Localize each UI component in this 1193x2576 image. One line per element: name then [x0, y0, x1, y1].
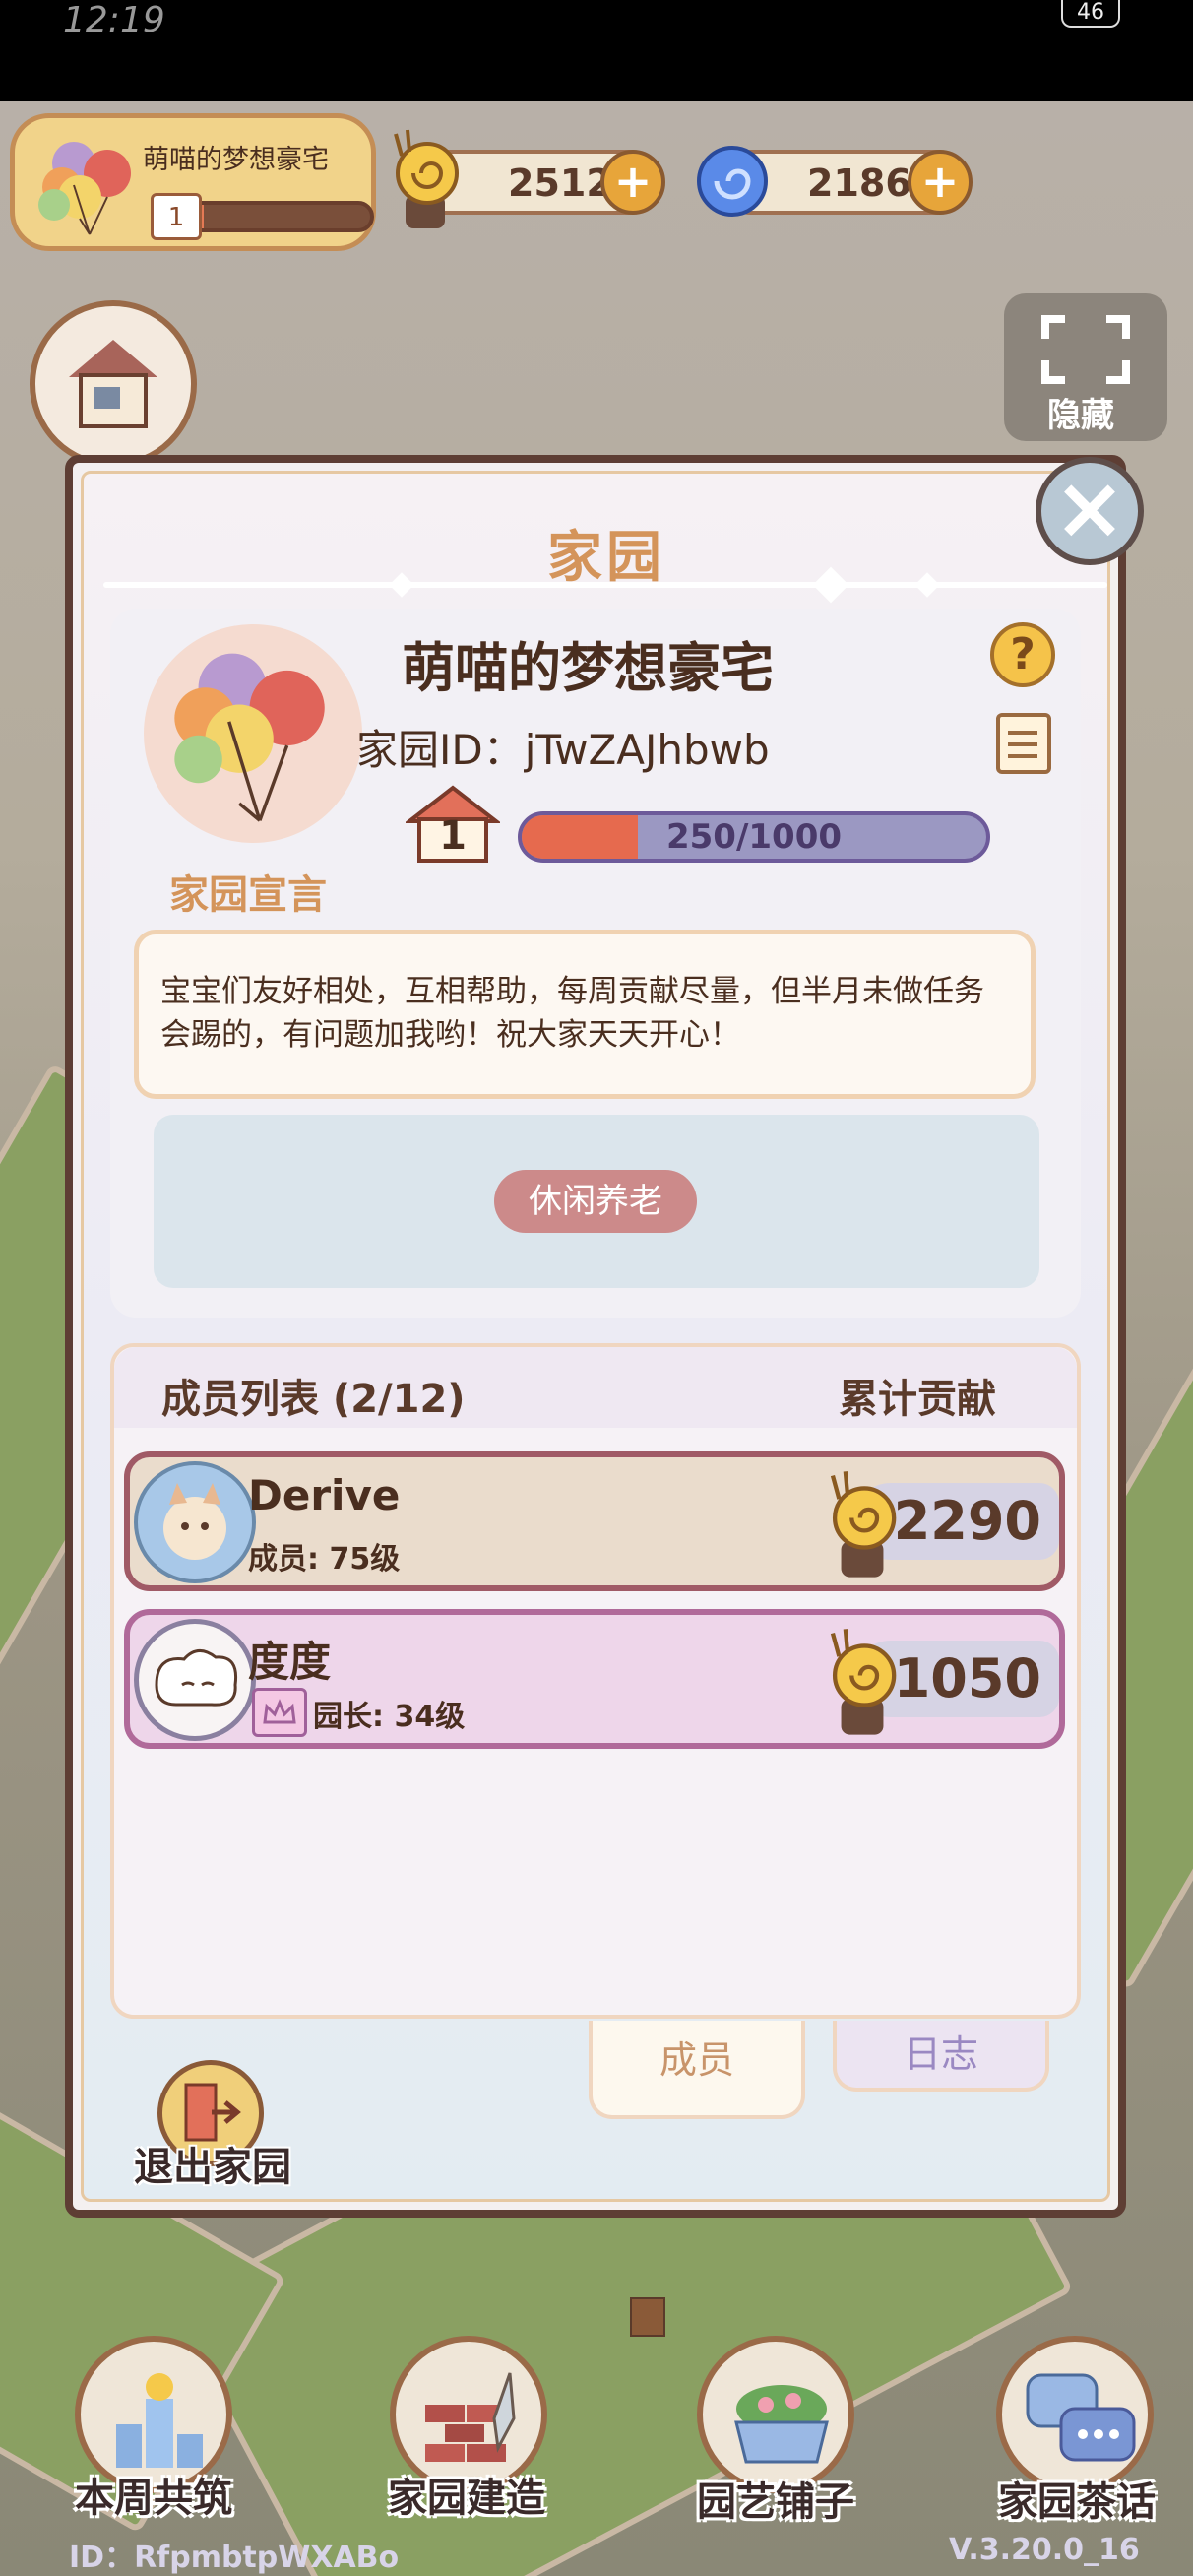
chat-bubbles-icon — [1026, 2373, 1136, 2462]
crown-icon — [252, 1688, 307, 1737]
podium-icon — [116, 2373, 203, 2468]
member-name: Derive — [248, 1471, 401, 1519]
add-coins-button[interactable]: + — [600, 150, 665, 215]
tab-log[interactable]: 日志 — [833, 2021, 1049, 2092]
weekly-build-label: 本周共筑 — [75, 2476, 232, 2521]
brick-trowel-icon — [425, 2372, 516, 2462]
snail-coin-icon — [394, 129, 459, 228]
home-id: 家园ID：jTwZAJhbwb — [356, 726, 770, 774]
copy-id-icon[interactable] — [996, 713, 1051, 774]
status-bar: 12:19 46 — [0, 0, 1193, 101]
signpost — [630, 2297, 665, 2337]
hide-ui-button[interactable]: 隐藏 — [1004, 293, 1167, 441]
balloons-icon — [38, 142, 131, 235]
balloons-icon — [174, 653, 325, 822]
garden-shop-label: 园艺铺子 — [697, 2479, 854, 2525]
network-indicator: 46 — [1061, 0, 1120, 28]
app-version: V.3.20.0_16 — [949, 2533, 1140, 2567]
member-list-title: 成员列表 (2/12) — [161, 1377, 466, 1422]
player-id: ID：RfpmbtpWXABo — [69, 2541, 400, 2575]
contribution-title: 累计贡献 — [839, 1377, 996, 1422]
house-icon — [69, 340, 157, 428]
cat-avatar-icon — [163, 1483, 226, 1560]
member-role: 园长: 34级 — [313, 1700, 466, 1734]
home-title: 萌喵的梦想豪宅 — [402, 637, 774, 699]
swirl-gem-icon — [697, 146, 768, 217]
hide-label: 隐藏 — [1047, 396, 1114, 435]
manifesto-label: 家园宣言 — [169, 872, 327, 918]
member-row[interactable]: 度度 园长: 34级 1050 — [124, 1609, 1065, 1749]
home-level: 1 — [439, 813, 467, 859]
home-avatar — [144, 624, 362, 843]
help-icon[interactable]: ? — [990, 622, 1055, 687]
fullscreen-icon — [1041, 315, 1130, 384]
member-role: 成员: 75级 — [248, 1542, 401, 1577]
modal-title: 家园 — [547, 526, 665, 590]
title-divider — [103, 582, 1107, 588]
home-build-label: 家园建造 — [388, 2476, 545, 2521]
exit-home-label: 退出家园 — [134, 2145, 291, 2190]
member-avatar — [134, 1619, 256, 1741]
gem-value: 2186 — [807, 161, 911, 205]
flower-basket-icon — [734, 2385, 829, 2464]
snail-coin-icon — [830, 1629, 897, 1735]
return-home-button[interactable] — [30, 300, 197, 468]
snail-coin-icon — [830, 1471, 897, 1578]
home-exp-text: 250/1000 — [665, 817, 843, 857]
close-button[interactable]: × — [1036, 457, 1144, 565]
cloud-avatar-icon — [155, 1649, 238, 1707]
member-name: 度度 — [248, 1638, 332, 1686]
home-badge[interactable]: 萌喵的梦想豪宅 1 — [10, 113, 376, 251]
home-tag: 休闲养老 — [494, 1170, 697, 1233]
home-name: 萌喵的梦想豪宅 — [143, 145, 329, 175]
home-chat-label: 家园茶话 — [998, 2479, 1156, 2525]
member-row[interactable]: Derive 成员: 75级 2290 — [124, 1451, 1065, 1591]
manifesto-text: 宝宝们友好相处，互相帮助，每周贡献尽量，但半月未做任务会踢的，有问题加我哟！祝大… — [134, 930, 1036, 1099]
tab-members[interactable]: 成员 — [589, 2021, 805, 2119]
home-exp-bar: 250/1000 — [518, 811, 990, 863]
add-gems-button[interactable]: + — [908, 150, 973, 215]
member-avatar — [134, 1461, 256, 1583]
status-time: 12:19 — [63, 0, 165, 40]
home-level-icon: 1 — [151, 193, 202, 240]
